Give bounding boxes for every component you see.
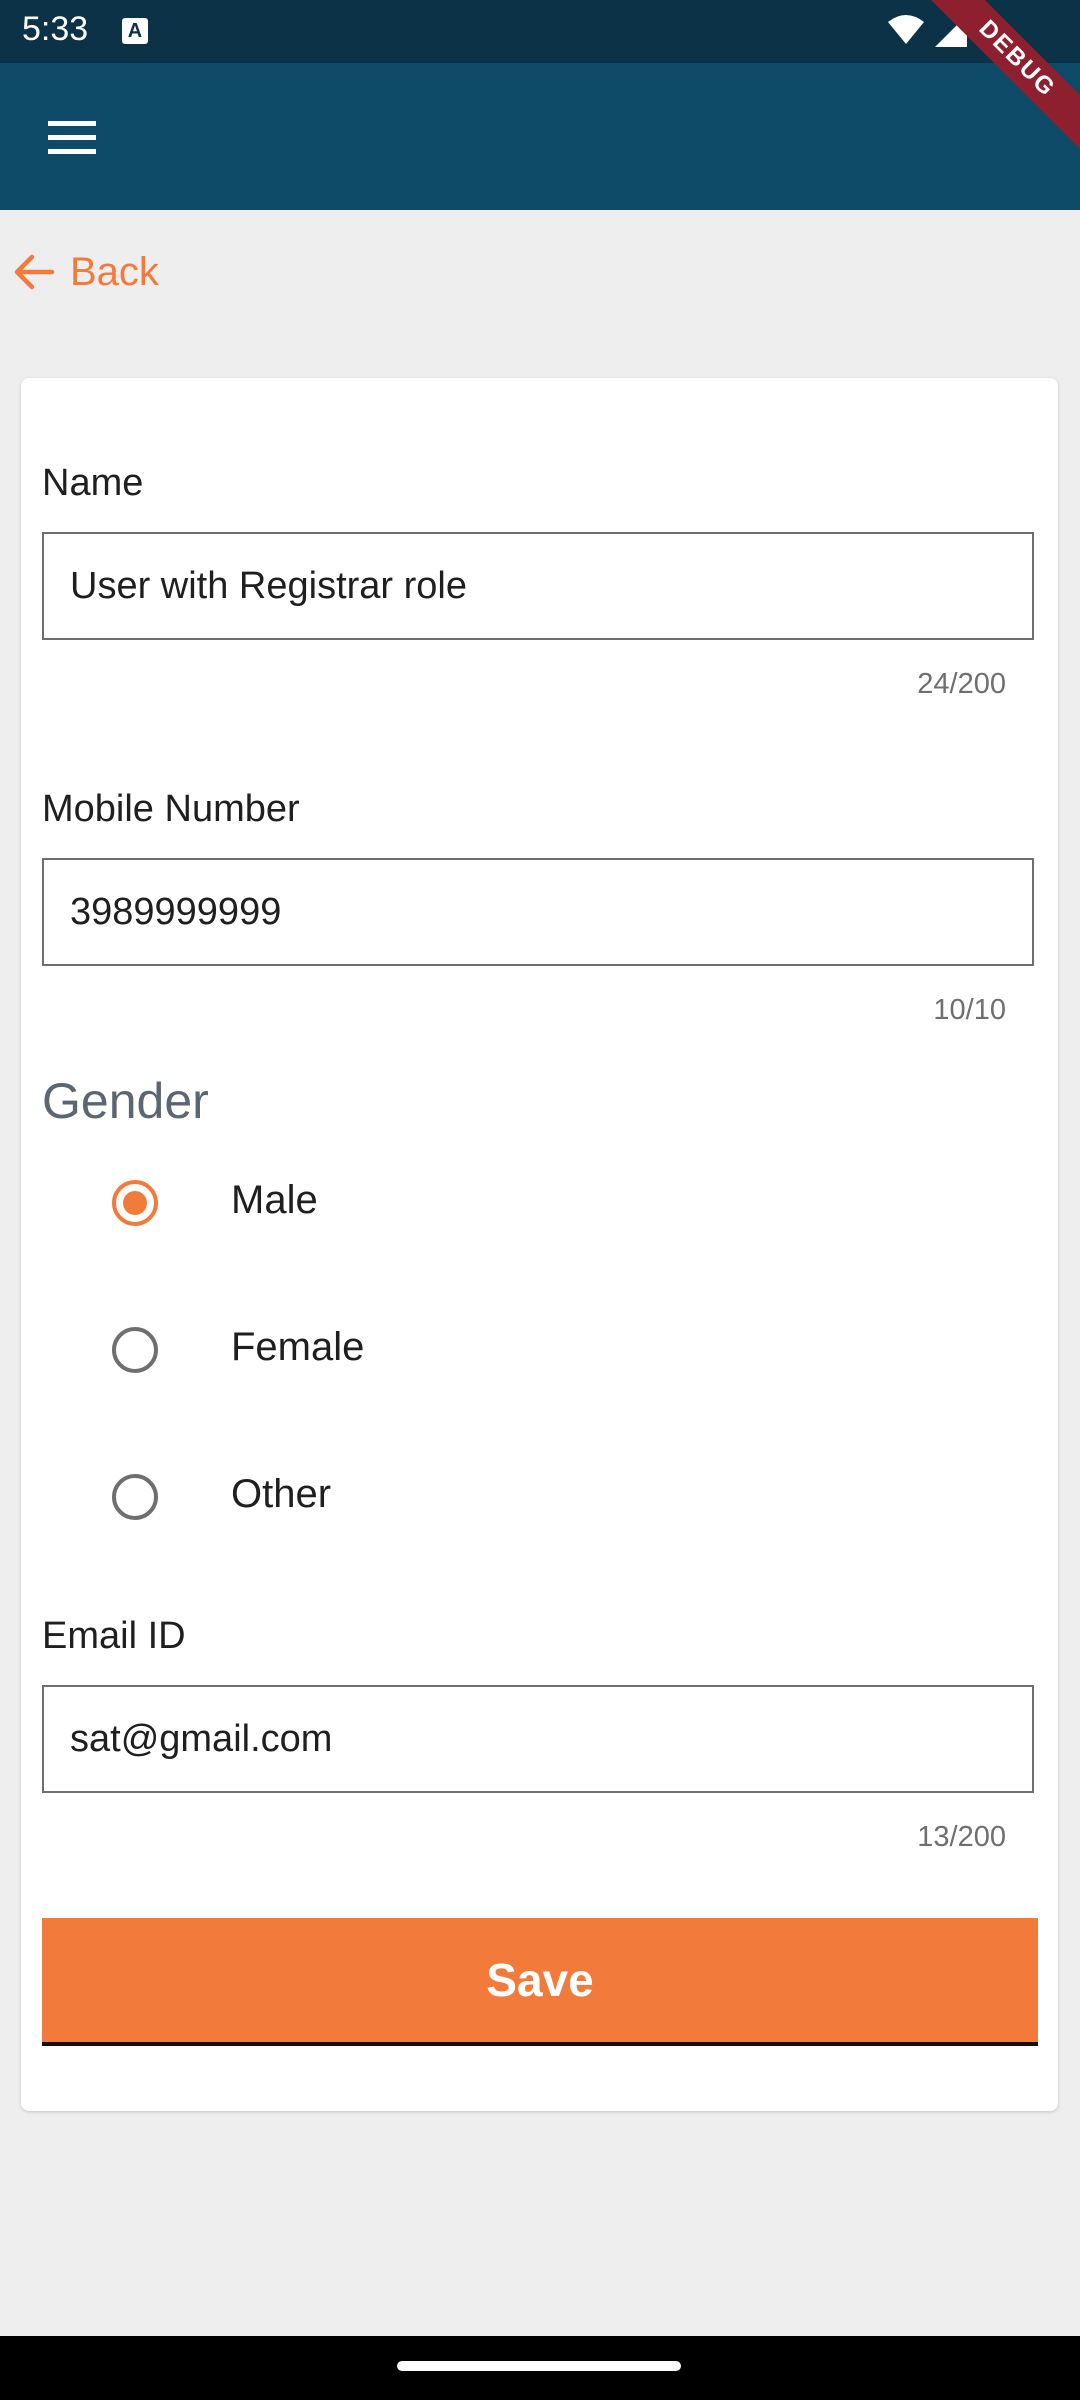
system-nav-bar (0, 2336, 1080, 2400)
gender-option-male[interactable]: Male (21, 1148, 1058, 1258)
wifi-icon (888, 15, 924, 44)
back-button[interactable]: Back (10, 244, 159, 300)
mobile-char-counter: 10/10 (933, 994, 1006, 1026)
form-card: Name 24/200 Mobile Number 10/10 Gender M… (21, 378, 1058, 2111)
back-label: Back (70, 249, 159, 294)
radio-male[interactable] (112, 1180, 158, 1226)
home-gesture-handle[interactable] (397, 2361, 681, 2371)
radio-other[interactable] (112, 1474, 158, 1520)
gender-option-other[interactable]: Other (21, 1442, 1058, 1552)
app-bar (0, 63, 1080, 210)
email-input[interactable] (44, 1687, 1032, 1791)
status-time: 5:33 (22, 10, 89, 48)
email-label: Email ID (42, 1615, 186, 1657)
radio-label-male: Male (231, 1178, 318, 1222)
mobile-input[interactable] (44, 860, 1032, 964)
name-field[interactable] (42, 532, 1034, 640)
arrow-left-icon (14, 254, 55, 290)
radio-label-female: Female (231, 1325, 365, 1369)
save-button[interactable]: Save (42, 1918, 1038, 2046)
name-char-counter: 24/200 (917, 668, 1006, 700)
radio-female[interactable] (112, 1327, 158, 1373)
email-field[interactable] (42, 1685, 1034, 1793)
mobile-field[interactable] (42, 858, 1034, 966)
email-char-counter: 13/200 (917, 1821, 1006, 1853)
notification-icon: A (122, 18, 148, 44)
gender-heading: Gender (42, 1073, 209, 1129)
menu-button[interactable] (38, 107, 108, 167)
name-label: Name (42, 462, 144, 504)
gender-option-female[interactable]: Female (21, 1295, 1058, 1405)
radio-label-other: Other (231, 1472, 332, 1516)
name-input[interactable] (44, 534, 1032, 638)
status-bar: 5:33 A (0, 0, 1080, 63)
mobile-label: Mobile Number (42, 788, 300, 830)
